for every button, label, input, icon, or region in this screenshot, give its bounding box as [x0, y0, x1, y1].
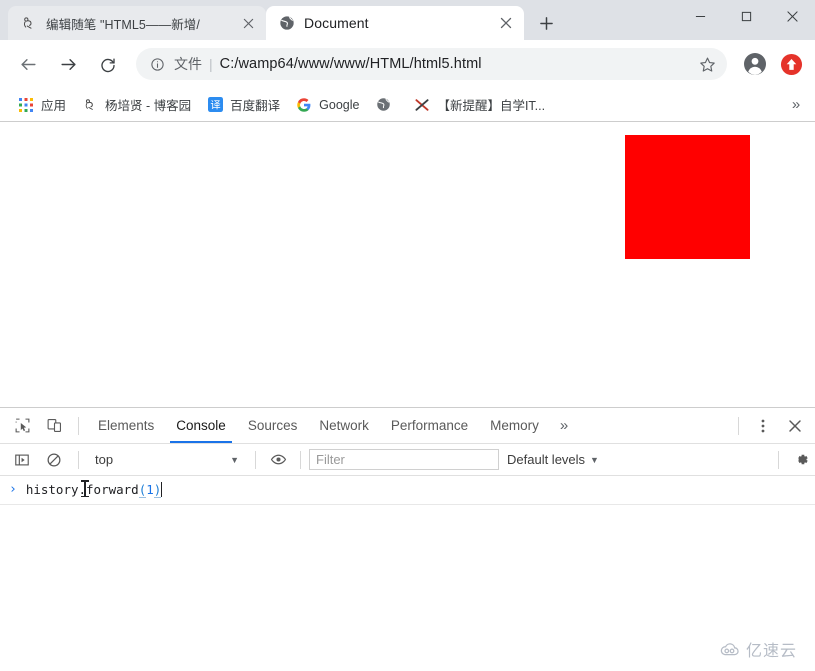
- globe-icon: [278, 15, 295, 32]
- update-arrow-icon[interactable]: [775, 48, 807, 80]
- window-controls: [677, 0, 815, 32]
- devtools-tabs-overflow-button[interactable]: »: [550, 408, 578, 443]
- gear-icon[interactable]: [787, 447, 815, 473]
- console-input[interactable]: history.forward(1): [26, 480, 163, 499]
- devtools-tab-memory[interactable]: Memory: [479, 408, 550, 443]
- browser-tab-1-close-icon[interactable]: [496, 13, 516, 33]
- bookmark-google-label: Google: [319, 97, 360, 112]
- bookmark-baidu-translate-label: 百度翻译: [230, 99, 281, 113]
- console-toolbar-divider-4: [778, 450, 779, 469]
- devtools-tab-elements[interactable]: Elements: [87, 408, 165, 443]
- console-context-value: top: [95, 452, 114, 467]
- browser-tab-0-title: 编辑随笔 "HTML5——新增/: [46, 17, 200, 32]
- page-viewport: [0, 122, 815, 407]
- cloud-icon: [719, 642, 741, 657]
- blog-bird-icon: [20, 15, 37, 32]
- url-text: C:/wamp64/www/www/HTML/html5.html: [219, 56, 482, 72]
- device-toolbar-icon[interactable]: [40, 412, 68, 440]
- console-toolbar-right: [770, 447, 815, 473]
- console-line-divider: [0, 504, 815, 505]
- watermark: 亿速云: [719, 637, 797, 661]
- console-sidebar-icon[interactable]: [8, 446, 36, 474]
- back-button[interactable]: [12, 48, 44, 80]
- devtools-tabbar-right: [730, 412, 815, 440]
- devtools-tab-bar: Elements Console Sources Network Perform…: [0, 408, 815, 444]
- console-toolbar-divider-2: [255, 450, 256, 469]
- star-icon[interactable]: [693, 50, 721, 78]
- globe-icon: [375, 97, 391, 113]
- bookmarks-bar: 应用 杨培贤 - 博客园 译 百度翻译 Google 【新提醒】自学IT... …: [0, 88, 815, 122]
- info-circle-icon[interactable]: [146, 53, 168, 75]
- google-g-icon: [296, 97, 312, 113]
- devtools-tab-elements-label: Elements: [98, 418, 155, 433]
- devtools-tab-network[interactable]: Network: [308, 408, 380, 443]
- inspect-cursor-icon[interactable]: [8, 412, 36, 440]
- window-minimize-button[interactable]: [677, 0, 723, 32]
- red-square: [625, 135, 750, 259]
- bookmark-apps[interactable]: 应用: [10, 93, 74, 117]
- devtools-panel: Elements Console Sources Network Perform…: [0, 407, 815, 671]
- clear-console-icon[interactable]: [40, 446, 68, 474]
- x-cross-icon: [414, 97, 430, 113]
- browser-tab-1[interactable]: Document: [266, 6, 524, 40]
- console-toolbar-divider-3: [300, 450, 301, 469]
- browser-tab-0-close-icon[interactable]: [238, 13, 258, 33]
- devtools-tab-network-label: Network: [319, 418, 369, 433]
- bookmark-apps-label: 应用: [41, 99, 67, 113]
- devtools-tab-console-label: Console: [176, 418, 226, 433]
- bookmark-baidu-translate[interactable]: 译 百度翻译: [199, 93, 288, 117]
- toolbar-divider: [78, 416, 79, 435]
- text-caret: [161, 482, 163, 497]
- watermark-text: 亿速云: [745, 643, 797, 660]
- chevron-down-icon: ▼: [230, 454, 239, 465]
- browser-tab-bar: 编辑随笔 "HTML5——新增/ Document: [0, 0, 815, 40]
- url-separator: |: [209, 56, 213, 72]
- browser-toolbar: 文件 | C:/wamp64/www/www/HTML/html5.html: [0, 40, 815, 88]
- window-close-button[interactable]: [769, 0, 815, 32]
- toolbar-divider-right: [738, 416, 739, 435]
- console-log-levels-selector[interactable]: Default levels ▼: [499, 452, 607, 467]
- devtools-tab-console[interactable]: Console: [165, 408, 237, 443]
- devtools-tab-memory-label: Memory: [490, 418, 539, 433]
- bookmark-it-forum-label: 【新提醒】自学IT...: [437, 99, 546, 113]
- browser-tab-0[interactable]: 编辑随笔 "HTML5——新增/: [8, 6, 266, 40]
- forward-button[interactable]: [52, 48, 84, 80]
- more-vertical-icon[interactable]: [749, 412, 777, 440]
- console-log-levels-label: Default levels: [507, 452, 586, 467]
- blog-bird-icon: [82, 97, 98, 113]
- console-toolbar: top ▼ Default levels ▼: [0, 444, 815, 476]
- address-bar[interactable]: 文件 | C:/wamp64/www/www/HTML/html5.html: [136, 48, 727, 80]
- window-maximize-button[interactable]: [723, 0, 769, 32]
- console-toolbar-divider-1: [78, 450, 79, 469]
- translate-icon: 译: [207, 97, 223, 113]
- bookmark-it-forum[interactable]: 【新提醒】自学IT...: [406, 93, 553, 117]
- chevron-down-icon: ▼: [590, 454, 599, 465]
- apps-grid-icon: [18, 97, 34, 113]
- console-prompt-line[interactable]: › history.forward(1): [0, 476, 815, 499]
- bookmarks-overflow-button[interactable]: »: [785, 96, 807, 113]
- account-circle-icon[interactable]: [739, 48, 771, 80]
- mouse-ibeam-cursor: [80, 480, 89, 497]
- console-input-close-paren: ): [153, 482, 162, 498]
- devtools-tab-sources-label: Sources: [247, 418, 298, 433]
- devtools-tab-performance[interactable]: Performance: [380, 408, 479, 443]
- bookmark-cnblogs-label: 杨培贤 - 博客园: [105, 99, 192, 113]
- bookmark-google[interactable]: Google: [288, 93, 367, 117]
- live-expression-eye-icon[interactable]: [264, 447, 292, 473]
- browser-tab-1-title: Document: [304, 15, 369, 31]
- devtools-tab-sources[interactable]: Sources: [237, 408, 309, 443]
- console-prompt-arrow: ›: [9, 482, 17, 497]
- console-context-selector[interactable]: top ▼: [87, 449, 247, 471]
- console-output-area[interactable]: › history.forward(1): [0, 476, 815, 671]
- bookmark-cnblogs[interactable]: 杨培贤 - 博客园: [74, 93, 199, 117]
- bookmark-globe[interactable]: [367, 93, 406, 117]
- devtools-tab-performance-label: Performance: [390, 418, 469, 433]
- new-tab-button[interactable]: [532, 9, 560, 37]
- svg-text:译: 译: [210, 99, 220, 111]
- console-input-arg: 1: [146, 482, 154, 497]
- console-filter-input[interactable]: [309, 449, 499, 470]
- url-scheme-label: 文件: [174, 56, 202, 72]
- reload-button[interactable]: [92, 48, 124, 80]
- close-icon[interactable]: [781, 412, 809, 440]
